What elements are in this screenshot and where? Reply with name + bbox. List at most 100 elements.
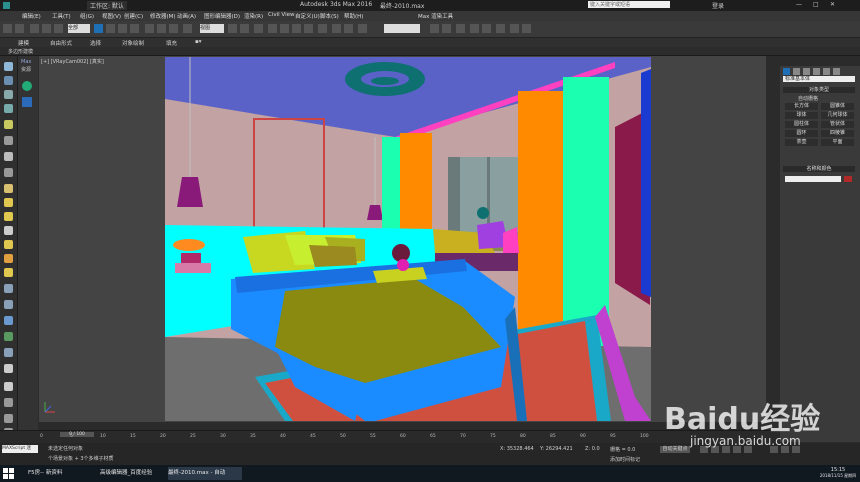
close-icon[interactable]: ✕	[830, 1, 835, 8]
track-bar[interactable]: 0 5 10 15 20 25 30 35 40 45 50 55 60 65 70 75 80 85 90 95 10…	[40, 434, 660, 442]
folder-icon[interactable]	[4, 184, 13, 193]
rollout-object-type[interactable]: 对象类型	[783, 87, 855, 93]
region-select-icon[interactable]	[118, 24, 127, 33]
menu-item-9[interactable]: Civil View	[268, 12, 294, 18]
bind-spacewarp-icon[interactable]	[54, 24, 63, 33]
shield-icon[interactable]	[22, 97, 32, 107]
scene-explorer-icon[interactable]	[4, 62, 13, 71]
cloud-icon[interactable]	[4, 212, 13, 221]
menu-item-10[interactable]: 自定义(U)	[295, 12, 320, 20]
app-logo-icon[interactable]	[3, 2, 10, 9]
material-editor-icon[interactable]	[456, 24, 465, 33]
menu-item-11[interactable]: 脚本(S)	[320, 12, 339, 20]
percent-snap-icon[interactable]	[292, 24, 301, 33]
cone-button[interactable]: 圆锥体	[821, 103, 854, 110]
render-icon[interactable]	[496, 24, 505, 33]
maximize-icon[interactable]: □	[813, 1, 819, 8]
object-name-field[interactable]	[785, 176, 841, 182]
taskbar-item-browser[interactable]: 高级编辑器_百度经验	[100, 467, 164, 480]
pivot-icon[interactable]	[228, 24, 237, 33]
named-selection-icon[interactable]	[318, 24, 327, 33]
drop-icon[interactable]	[4, 226, 13, 235]
cylinder-button[interactable]: 圆柱体	[785, 121, 818, 128]
scale-icon[interactable]	[169, 24, 178, 33]
tube-button[interactable]: 管状体	[821, 121, 854, 128]
compound-icon[interactable]	[4, 316, 13, 325]
menu-item-13[interactable]: Max 渲染工具	[418, 12, 453, 20]
rollout-name-color[interactable]: 名称和颜色	[783, 166, 855, 172]
schematic-view-icon[interactable]	[442, 24, 451, 33]
menu-item-0[interactable]: 编辑(E)	[22, 12, 41, 20]
bulb-icon[interactable]	[4, 240, 13, 249]
unlink-icon[interactable]	[42, 24, 51, 33]
minimize-icon[interactable]: —	[796, 1, 802, 8]
taskbar-item-folder[interactable]: F5房-- 新资料	[28, 467, 96, 480]
spot-light-icon[interactable]	[4, 254, 13, 263]
keyboard-shortcut-icon[interactable]	[254, 24, 263, 33]
tab-freeform[interactable]: 自由形式	[50, 39, 72, 47]
camera-icon[interactable]	[4, 136, 13, 145]
coord-z[interactable]: Z: 0.0	[585, 446, 600, 452]
dynamics-icon[interactable]	[4, 348, 13, 357]
undo-icon[interactable]	[3, 24, 12, 33]
vray-toggle-icon[interactable]	[22, 81, 32, 91]
select-manipulate-icon[interactable]	[240, 24, 249, 33]
teapot-button[interactable]: 茶壶	[785, 139, 818, 146]
sphere-button[interactable]: 球体	[785, 112, 818, 119]
plane-button[interactable]: 平面	[821, 139, 854, 146]
spinner-snap-icon[interactable]	[304, 24, 313, 33]
taskbar-item-3dsmax[interactable]: 最终-2010.max - 自动	[168, 467, 242, 480]
workspace-selector[interactable]: 工作区: 默认	[87, 1, 127, 10]
snaps-toggle-icon[interactable]	[268, 24, 277, 33]
rendered-frame-icon[interactable]	[482, 24, 491, 33]
maxscript-listener[interactable]: MAXScript 迷	[2, 445, 38, 453]
coord-y[interactable]: Y: 26294.421	[540, 446, 573, 452]
menu-item-3[interactable]: 视图(V)	[102, 12, 121, 20]
angle-snap-icon[interactable]	[280, 24, 289, 33]
place-icon[interactable]	[183, 24, 192, 33]
display-tab-icon[interactable]	[823, 68, 830, 75]
menu-item-12[interactable]: 帮助(H)	[344, 12, 363, 20]
hierarchy-icon[interactable]	[4, 104, 13, 113]
menu-item-1[interactable]: 工具(T)	[52, 12, 71, 20]
select-object-icon[interactable]	[94, 24, 103, 33]
create-tab-icon[interactable]	[783, 68, 790, 75]
selection-filter-dropdown[interactable]: 全部	[68, 24, 90, 33]
tools-icon[interactable]	[4, 414, 13, 423]
coord-x[interactable]: X: 35328.464	[500, 446, 534, 452]
helper-icon[interactable]	[4, 152, 13, 161]
search-input[interactable]: 键入关键字或短语	[588, 1, 670, 8]
menu-item-7[interactable]: 图形编辑器(D)	[204, 12, 240, 20]
modify-tab-icon[interactable]	[793, 68, 800, 75]
object-color-swatch[interactable]	[844, 176, 852, 182]
sun-icon[interactable]	[4, 198, 13, 207]
tab-modeling[interactable]: 建模	[18, 39, 29, 47]
mirror-icon[interactable]	[332, 24, 341, 33]
menu-item-5[interactable]: 修改器(M)	[150, 12, 176, 20]
light-icon[interactable]	[4, 120, 13, 129]
reference-coord-dropdown[interactable]: 视图	[200, 24, 224, 33]
menu-item-6[interactable]: 动画(A)	[177, 12, 196, 20]
layer-icon[interactable]	[4, 90, 13, 99]
windows-start-icon[interactable]	[3, 468, 14, 479]
pyramid-button[interactable]: 四棱锥	[821, 130, 854, 137]
render-setup-icon[interactable]	[470, 24, 479, 33]
vray-light-icon[interactable]	[522, 24, 531, 33]
menu-item-8[interactable]: 渲染(R)	[244, 12, 263, 20]
vray-icon[interactable]	[510, 24, 519, 33]
ribbon-options-icon[interactable]: ▪▾	[195, 39, 202, 45]
sphere-icon[interactable]	[4, 382, 13, 391]
auto-grid-checkbox[interactable]: 自动栅格	[798, 95, 818, 102]
menu-item-4[interactable]: 创建(C)	[124, 12, 143, 20]
motion-tab-icon[interactable]	[813, 68, 820, 75]
box-button[interactable]: 长方体	[785, 103, 818, 110]
geosphere-button[interactable]: 几何球体	[821, 112, 854, 119]
tab-object-paint[interactable]: 对象绘制	[122, 39, 144, 47]
select-by-name-icon[interactable]	[106, 24, 115, 33]
torus-button[interactable]: 圆环	[785, 130, 818, 137]
viewport-label[interactable]: [+] [VRayCam002] [真实]	[41, 58, 104, 65]
primitive-type-dropdown[interactable]: 标准基本体	[783, 76, 855, 82]
grid-icon[interactable]	[4, 398, 13, 407]
tab-populate[interactable]: 填充	[166, 39, 177, 47]
spacewarp-icon[interactable]	[4, 168, 13, 177]
